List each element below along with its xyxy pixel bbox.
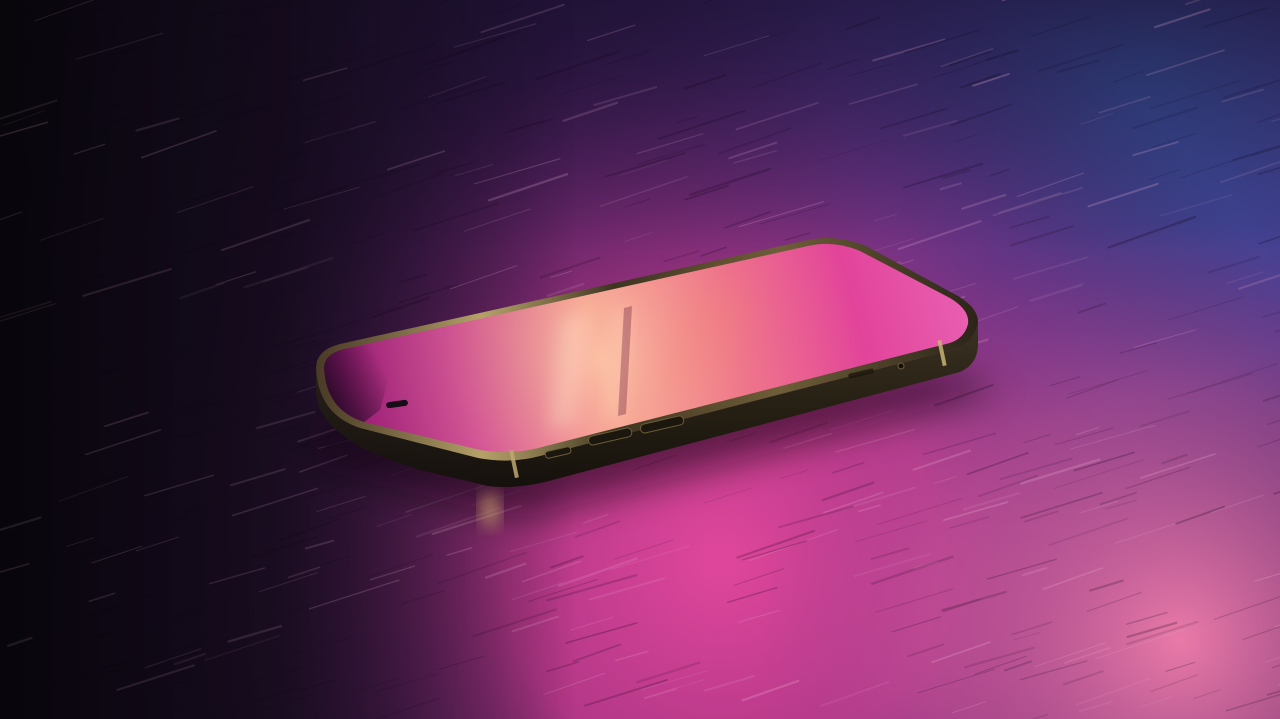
- phone-on-table-photo: [0, 0, 1280, 719]
- photo-scene: [0, 0, 1280, 719]
- vignette: [0, 0, 1280, 719]
